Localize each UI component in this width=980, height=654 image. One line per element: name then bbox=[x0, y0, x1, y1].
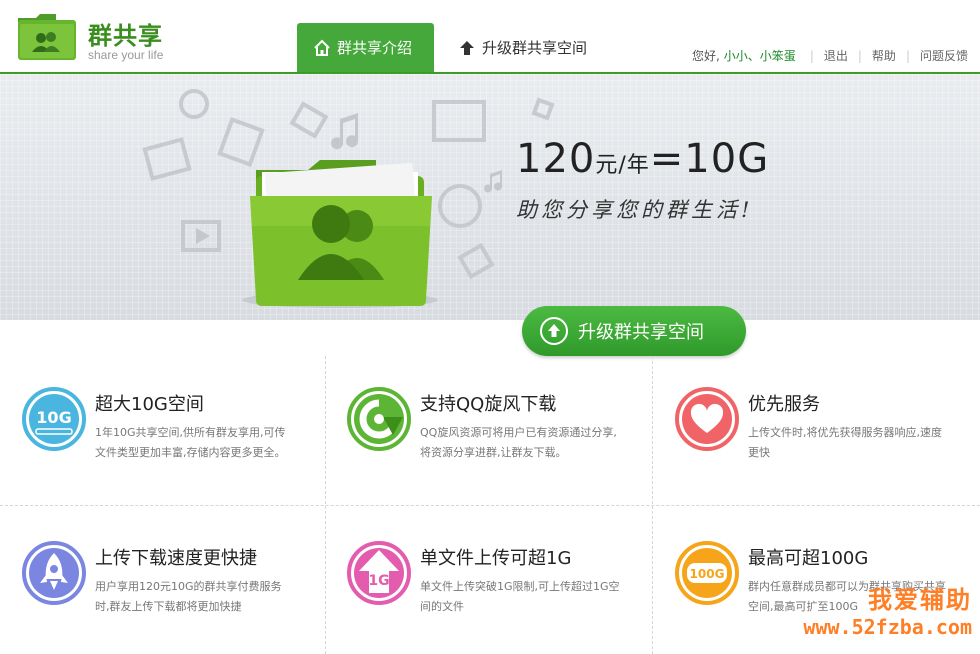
tab-upgrade[interactable]: 升级群共享空间 bbox=[458, 23, 628, 72]
feature-desc: 单文件上传突破1G限制,可上传超过1G空间的文件 bbox=[420, 580, 620, 613]
photo-icon bbox=[289, 101, 329, 139]
tab-intro-label: 群共享介绍 bbox=[337, 39, 413, 57]
banner-slogan: 助您分享您的群生活! bbox=[516, 198, 754, 222]
price-space: 10G bbox=[684, 136, 770, 182]
feature-desc: 上传文件时,将优先获得服务器响应,速度更快 bbox=[748, 426, 942, 459]
image-icon bbox=[142, 137, 192, 181]
watermark-url: www.52fzba.com bbox=[803, 615, 972, 639]
feature-desc: 1年10G共享空间,供所有群友享用,可传文件类型更加丰富,存储内容更多更全。 bbox=[95, 426, 286, 459]
watermark: 我爱辅助 www.52fzba.com bbox=[803, 580, 972, 639]
upgrade-space-button[interactable]: 升级群共享空间 bbox=[522, 306, 746, 356]
feature-title: 最高可超100G bbox=[748, 548, 869, 569]
large-folder-icon bbox=[242, 160, 438, 308]
feature-item: 1G 单文件上传可超1G 单文件上传突破1G限制,可上传超过1G空间的文件 bbox=[347, 541, 647, 654]
upgrade-button-label: 升级群共享空间 bbox=[578, 322, 704, 343]
upload-circle-icon bbox=[540, 317, 568, 345]
price-unit: 元/年 bbox=[595, 153, 650, 178]
10g-storage-icon: 10G bbox=[22, 387, 86, 451]
100g-icon: 100G bbox=[675, 541, 739, 605]
feature-item: 上传下载速度更快捷 用户享用120元10G的群共享付费服务时,群友上传下载都将更… bbox=[22, 541, 322, 654]
divider: | bbox=[857, 48, 862, 63]
music-note-icon bbox=[331, 113, 359, 150]
feature-desc: QQ旋风资源可将用户已有资源通过分享,将资源分享进群,让群友下载。 bbox=[420, 426, 617, 459]
logout-link[interactable]: 退出 bbox=[824, 47, 848, 64]
100g-icon-text: 100G bbox=[690, 567, 725, 581]
upload-arrow-icon bbox=[460, 40, 474, 55]
user-bar: 您好, 小小、小笨蛋 | 退出 | 帮助 | 问题反馈 bbox=[692, 47, 968, 64]
username-link[interactable]: 小小、小笨蛋 bbox=[724, 47, 796, 64]
logo-subtitle: share your life bbox=[88, 48, 164, 62]
picture-icon bbox=[432, 100, 486, 142]
logo[interactable]: 群共享 share your life bbox=[16, 12, 186, 64]
price-amount: 120 bbox=[516, 136, 596, 182]
tag-icon bbox=[531, 97, 555, 121]
watermark-text: 我爱辅助 bbox=[868, 586, 972, 614]
feature-item: 10G 超大10G空间 1年10G共享空间,供所有群友享用,可传文件类型更加丰富… bbox=[22, 387, 322, 507]
feature-title: 优先服务 bbox=[748, 394, 820, 415]
folder-logo-icon bbox=[18, 14, 76, 60]
home-icon bbox=[314, 39, 330, 56]
10g-icon-text: 10G bbox=[36, 408, 71, 427]
greeting-text: 您好, bbox=[691, 49, 720, 63]
feedback-link[interactable]: 问题反馈 bbox=[920, 47, 968, 64]
tab-intro[interactable]: 群共享介绍 bbox=[297, 23, 434, 72]
feature-desc: 用户享用120元10G的群共享付费服务时,群友上传下载都将更加快捷 bbox=[95, 580, 282, 613]
price-equals: = bbox=[649, 136, 685, 182]
header: 群共享 share your life 群共享介绍 升级群共享空间 您好, 小小… bbox=[0, 0, 980, 74]
feature-title: 超大10G空间 bbox=[95, 394, 204, 415]
feature-title: 上传下载速度更快捷 bbox=[95, 548, 257, 569]
price-headline: 120元/年=10G bbox=[516, 136, 769, 182]
divider: | bbox=[809, 48, 814, 63]
play-icon bbox=[457, 242, 495, 280]
1g-icon-text: 1G bbox=[368, 573, 389, 589]
heart-icon bbox=[675, 387, 739, 451]
disc-icon bbox=[179, 89, 209, 119]
divider: | bbox=[905, 48, 910, 63]
music-note-small-icon bbox=[484, 170, 503, 193]
promo-banner: 120元/年=10G 助您分享您的群生活! bbox=[0, 74, 980, 320]
qq-whirlwind-icon bbox=[347, 387, 411, 451]
feature-item: 支持QQ旋风下载 QQ旋风资源可将用户已有资源通过分享,将资源分享进群,让群友下… bbox=[347, 387, 647, 507]
refresh-disc-icon bbox=[438, 184, 482, 228]
tab-upgrade-label: 升级群共享空间 bbox=[482, 39, 588, 57]
help-link[interactable]: 帮助 bbox=[872, 47, 896, 64]
feature-title: 单文件上传可超1G bbox=[420, 548, 572, 569]
play-triangle-icon bbox=[196, 228, 210, 244]
logo-title: 群共享 bbox=[88, 22, 163, 50]
1g-upload-icon: 1G bbox=[347, 541, 411, 605]
banner-illustration bbox=[142, 89, 555, 308]
feature-title: 支持QQ旋风下载 bbox=[420, 394, 557, 415]
file-icon bbox=[217, 117, 265, 167]
rocket-icon bbox=[22, 541, 86, 605]
feature-item: 优先服务 上传文件时,将优先获得服务器响应,速度更快 bbox=[675, 387, 975, 507]
